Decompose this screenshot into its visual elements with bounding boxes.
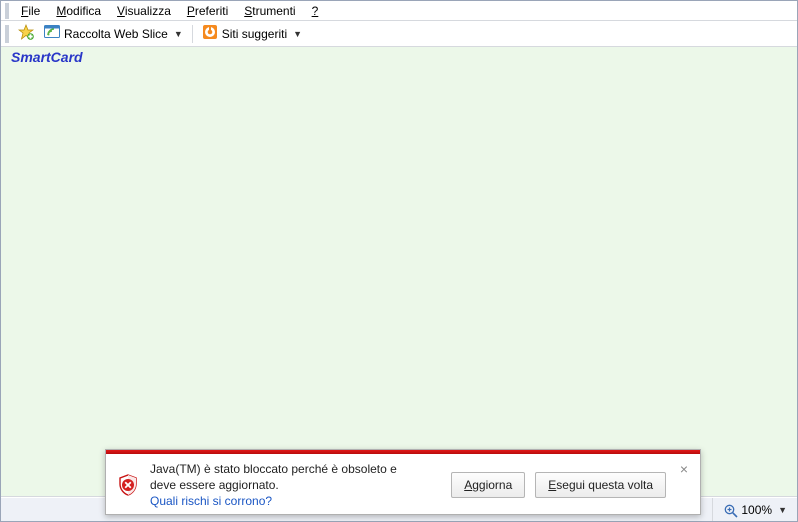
toolbar-grip[interactable] (5, 25, 9, 43)
menu-preferiti[interactable]: Preferiti (179, 2, 236, 20)
notification-risk-link[interactable]: Quali rischi si corrono? (150, 494, 272, 508)
page-content: SmartCard (1, 47, 797, 497)
menu-file[interactable]: File (13, 2, 48, 20)
dropdown-arrow-icon: ▼ (293, 29, 302, 39)
page-title: SmartCard (11, 49, 83, 65)
dropdown-arrow-icon: ▼ (778, 505, 787, 515)
update-button[interactable]: Aggiorna (451, 472, 525, 498)
zoom-icon (723, 503, 737, 517)
zoom-value: 100% (741, 503, 772, 517)
menubar-grip[interactable] (5, 3, 9, 19)
menu-strumenti[interactable]: Strumenti (236, 2, 303, 20)
run-once-button[interactable]: Esegui questa volta (535, 472, 666, 498)
web-slice-icon (44, 24, 60, 43)
close-icon[interactable]: × (676, 462, 692, 478)
menu-modifica[interactable]: Modifica (48, 2, 109, 20)
web-slice-label: Raccolta Web Slice (64, 27, 168, 41)
toolbar-divider (192, 25, 193, 43)
suggested-sites-label: Siti suggeriti (222, 27, 287, 41)
notify-line2: deve essere aggiornato. (150, 478, 279, 492)
web-slice-button[interactable]: Raccolta Web Slice ▼ (41, 23, 186, 44)
notification-text: Java(TM) è stato bloccato perché è obsol… (150, 461, 441, 510)
menu-help[interactable]: ? (304, 2, 327, 20)
notify-line1: Java(TM) è stato bloccato perché è obsol… (150, 462, 397, 476)
dropdown-arrow-icon: ▼ (174, 29, 183, 39)
zoom-control[interactable]: 100% ▼ (712, 498, 797, 521)
menu-bar: File Modifica Visualizza Preferiti Strum… (1, 1, 797, 21)
shield-error-icon (116, 473, 140, 497)
suggested-sites-button[interactable]: Siti suggeriti ▼ (199, 23, 305, 44)
favorites-bar: Raccolta Web Slice ▼ Siti suggeriti ▼ (1, 21, 797, 47)
notification-bar: Java(TM) è stato bloccato perché è obsol… (105, 449, 701, 515)
menu-visualizza[interactable]: Visualizza (109, 2, 179, 20)
browser-window: File Modifica Visualizza Preferiti Strum… (0, 0, 798, 522)
add-favorite-button[interactable] (15, 23, 37, 44)
star-plus-icon (18, 24, 34, 43)
suggested-sites-icon (202, 24, 218, 43)
